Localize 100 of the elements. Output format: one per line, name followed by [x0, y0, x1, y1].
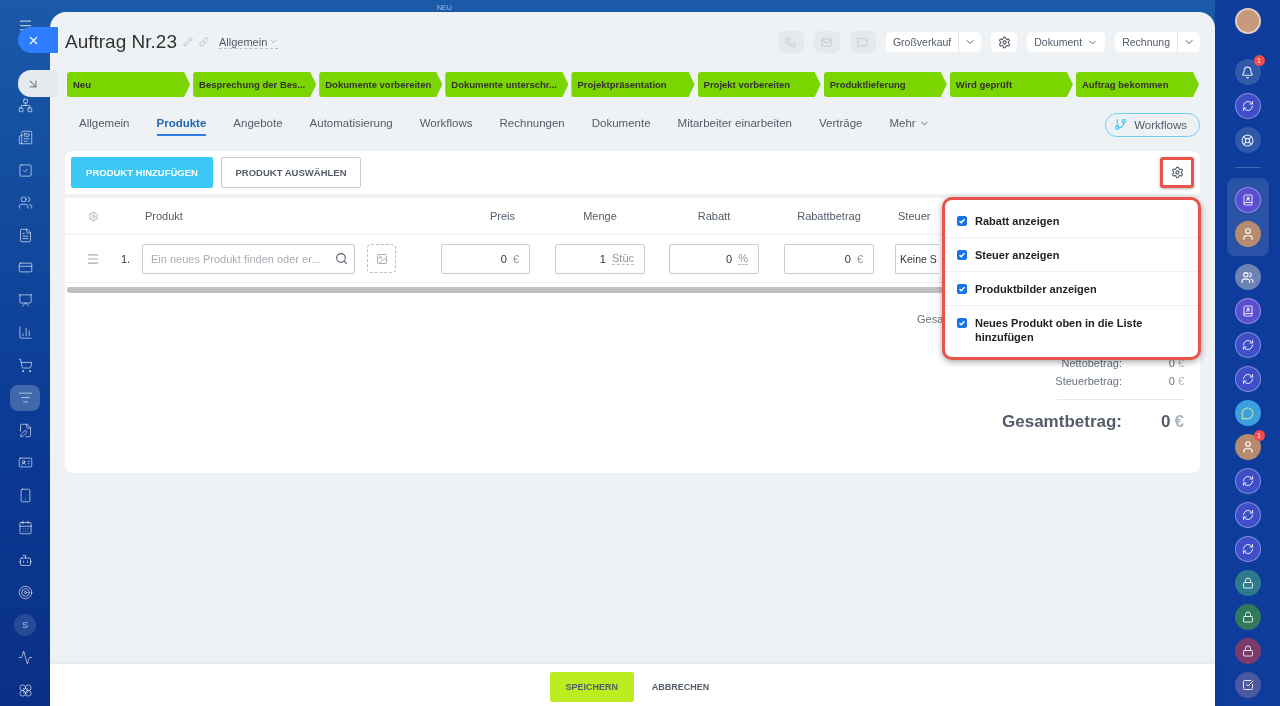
settings-button[interactable]: [991, 32, 1018, 52]
chat-item[interactable]: [1234, 400, 1261, 426]
calendar-icon[interactable]: [17, 520, 33, 535]
document-edit-icon[interactable]: [17, 422, 33, 438]
user-avatar[interactable]: [1234, 8, 1261, 34]
filter-icon: [17, 390, 33, 405]
card-icon[interactable]: [17, 260, 33, 275]
category-dropdown[interactable]: Allgemein: [218, 35, 279, 49]
locked-chat[interactable]: [1234, 604, 1261, 630]
drag-handle-icon[interactable]: [86, 251, 100, 266]
tab[interactable]: Automatisierung: [309, 113, 393, 136]
robot-icon[interactable]: [17, 552, 33, 568]
stage-step[interactable]: Dokumente unterschr...: [445, 72, 569, 97]
zigzag-icon[interactable]: [17, 650, 33, 665]
menu-icon[interactable]: [17, 17, 33, 33]
column-header: Preis: [489, 210, 516, 222]
stage-step[interactable]: Auftrag bekommen: [1075, 72, 1199, 97]
settings-icon: [1170, 166, 1184, 179]
tab[interactable]: Rechnungen: [499, 113, 565, 136]
tab[interactable]: Mitarbeiter einarbeiten: [677, 113, 792, 136]
checkbox-icon[interactable]: [17, 162, 33, 178]
quantity-field[interactable]: 1 Stüc: [555, 243, 645, 274]
summary-label: Steuerbetrag:: [1054, 375, 1122, 387]
search-icon[interactable]: [335, 251, 348, 265]
tab[interactable]: Workflows: [419, 113, 473, 136]
bar-chart-icon[interactable]: [17, 325, 33, 340]
mail-icon: [821, 36, 833, 48]
task-chat[interactable]: [1234, 672, 1261, 698]
checkbox[interactable]: [957, 250, 967, 260]
contact-card-icon[interactable]: [17, 455, 33, 470]
menu-item[interactable]: Produktbilder anzeigen: [945, 272, 1198, 306]
minimize-button[interactable]: [18, 70, 58, 97]
checkbox[interactable]: [957, 284, 967, 294]
save-button[interactable]: SPEICHERN: [549, 671, 634, 702]
user-avatar[interactable]: [1234, 221, 1261, 247]
tab[interactable]: Dokumente: [591, 113, 651, 136]
chat-item[interactable]: [1234, 332, 1261, 358]
locked-chat[interactable]: [1234, 570, 1261, 596]
column-header: Rabatt: [697, 210, 731, 222]
locked-chat[interactable]: [1234, 638, 1261, 664]
flower-icon[interactable]: [17, 682, 33, 698]
chat-item[interactable]: [1234, 93, 1261, 119]
product-search-field[interactable]: Ein neues Produkt finden oder er...: [142, 243, 355, 274]
support-button[interactable]: [1234, 127, 1261, 153]
checkbox[interactable]: [957, 318, 967, 328]
group-avatar[interactable]: [1234, 264, 1261, 290]
stage-step[interactable]: Wird geprüft: [949, 72, 1073, 97]
chat-item[interactable]: [1234, 502, 1261, 528]
menu-item[interactable]: Steuer anzeigen: [945, 238, 1198, 272]
settings-button[interactable]: [1160, 157, 1194, 188]
window-title: Auftrag Nr.23: [65, 31, 177, 53]
document-icon[interactable]: [17, 227, 33, 243]
discount-amount-field[interactable]: 0 €: [784, 243, 874, 274]
space-avatar[interactable]: S: [14, 614, 36, 636]
summary-value: 0 €: [1167, 375, 1184, 387]
users-icon[interactable]: [17, 195, 33, 210]
total-value: 0 €: [1160, 412, 1184, 432]
stage-step[interactable]: Dokumente vorbereiten: [319, 72, 443, 97]
stage-step[interactable]: Projekt vorbereiten: [697, 72, 821, 97]
checkbox[interactable]: [957, 216, 967, 226]
select-product-button[interactable]: PRODUKT AUSWÄHLEN: [221, 157, 361, 188]
document-dropdown[interactable]: Dokument: [1027, 32, 1106, 52]
discount-field[interactable]: 0 %: [669, 243, 759, 274]
tab[interactable]: Verträge: [819, 113, 863, 136]
cancel-button[interactable]: ABBRECHEN: [645, 680, 716, 693]
menu-item[interactable]: Neues Produkt oben in die Liste hinzufügen: [945, 306, 1198, 353]
stage-step[interactable]: Produktlieferung: [823, 72, 947, 97]
target-icon[interactable]: [17, 585, 33, 600]
settings-icon: [997, 35, 1011, 49]
person-icon: [1240, 227, 1255, 241]
network-icon[interactable]: [17, 97, 33, 113]
swirl-icon: [1241, 339, 1254, 351]
tab[interactable]: Angebote: [233, 113, 283, 136]
sidebar-item[interactable]: [10, 384, 40, 411]
column-header: Steuer: [898, 210, 931, 222]
chat-item[interactable]: [1234, 536, 1261, 562]
price-field[interactable]: 0 €: [441, 243, 530, 274]
stage-step[interactable]: Neu: [67, 72, 191, 97]
chat-item[interactable]: [1234, 187, 1261, 213]
tax-select[interactable]: Keine S: [895, 243, 939, 274]
chat-icon: [1241, 406, 1254, 420]
presentation-icon[interactable]: [17, 292, 33, 308]
menu-item[interactable]: Rabatt anzeigen: [945, 204, 1198, 238]
checkbox-icon: [1241, 679, 1254, 691]
chat-item[interactable]: [1234, 366, 1261, 392]
newspaper-icon[interactable]: [17, 130, 33, 145]
tab[interactable]: Mehr: [889, 113, 930, 136]
swirl-icon: [1241, 475, 1254, 487]
check-icon: [958, 251, 966, 259]
stage-step[interactable]: Projektpräsentation: [571, 72, 695, 97]
phone-icon[interactable]: [17, 487, 33, 503]
stage-step[interactable]: Besprechung der Bes...: [193, 72, 317, 97]
column-header: Rabattbetrag: [797, 210, 861, 222]
cart-icon[interactable]: [17, 357, 33, 373]
tab[interactable]: Allgemein: [79, 113, 130, 136]
chat-item[interactable]: [1234, 468, 1261, 494]
check-icon: [958, 217, 966, 225]
chat-item[interactable]: [1234, 298, 1261, 324]
close-button[interactable]: [18, 27, 58, 53]
tab[interactable]: Produkte: [156, 113, 207, 136]
